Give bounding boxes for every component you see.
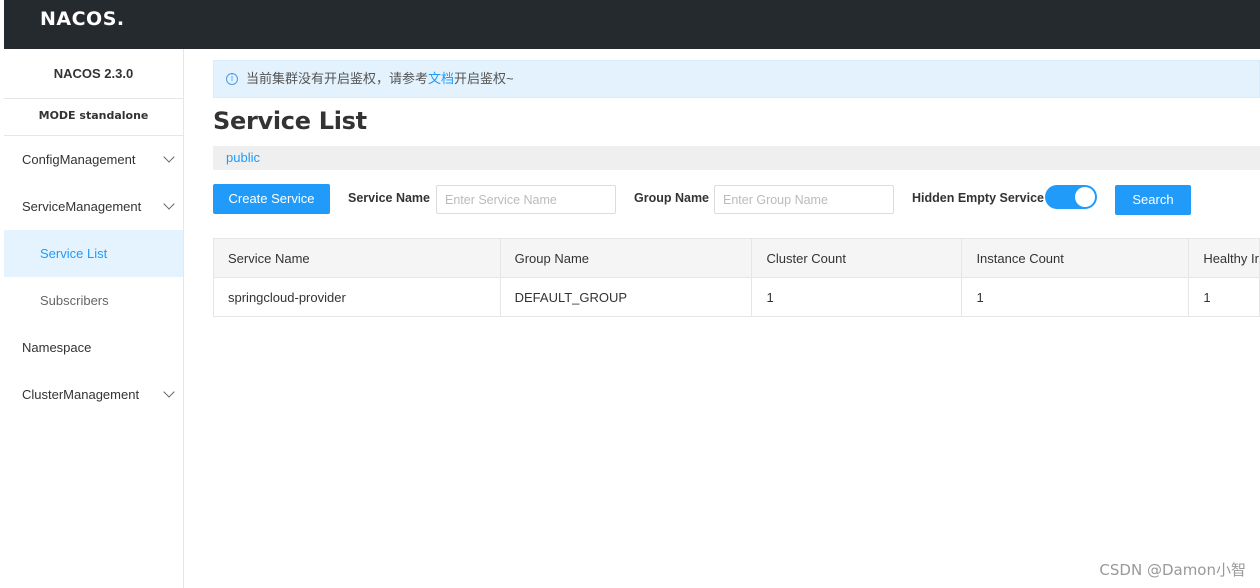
top-header: NACOS. [4,0,1260,49]
sidebar-item-cluster-management[interactable]: ClusterManagement [4,371,183,418]
sidebar-item-namespace[interactable]: Namespace [4,324,183,371]
cell-healthy-instances: 1 [1188,277,1260,317]
chevron-down-icon [163,151,175,163]
cell-cluster-count: 1 [751,277,963,317]
column-header-healthy-instances: Healthy Ir [1188,238,1260,278]
version-label: NACOS 2.3.0 [4,49,183,99]
cell-service-name: springcloud-provider [213,277,501,317]
toggle-knob [1075,187,1095,207]
sidebar: NACOS 2.3.0 MODE standalone ConfigManage… [4,49,184,588]
namespace-public-link[interactable]: public [226,150,260,165]
sidebar-item-label: ClusterManagement [22,387,140,402]
namespace-bar: public [213,146,1260,170]
cell-instance-count: 1 [961,277,1190,317]
column-header-instance-count: Instance Count [961,238,1190,278]
sidebar-item-label: Service List [40,246,108,261]
cell-group-name: DEFAULT_GROUP [499,277,753,317]
chevron-down-icon [163,198,175,210]
service-name-input[interactable] [436,185,616,214]
sidebar-item-label: Namespace [22,340,92,355]
column-header-group-name: Group Name [499,238,753,278]
search-button[interactable]: Search [1115,185,1191,215]
column-header-service-name: Service Name [213,238,501,278]
table-header-row: Service Name Group Name Cluster Count In… [213,238,1260,278]
info-icon: i [226,73,238,85]
sidebar-item-service-management[interactable]: ServiceManagement [4,183,183,230]
notice-text-after: 开启鉴权~ [454,71,514,86]
sidebar-item-config-management[interactable]: ConfigManagement [4,136,183,183]
table-row[interactable]: springcloud-provider DEFAULT_GROUP 1 1 1 [213,277,1260,317]
notice-text-before: 当前集群没有开启鉴权，请参考 [246,71,429,86]
group-name-label: Group Name [634,191,710,205]
service-name-label: Service Name [348,191,431,205]
sidebar-item-label: Subscribers [40,293,109,308]
watermark: CSDN @Damon小智 [1099,561,1246,579]
docs-link[interactable]: 文档 [428,71,454,86]
group-name-input[interactable] [714,185,894,214]
auth-notice: i 当前集群没有开启鉴权，请参考文档开启鉴权~ [213,60,1260,98]
column-header-cluster-count: Cluster Count [751,238,963,278]
sidebar-item-label: ConfigManagement [22,152,136,167]
nacos-logo[interactable]: NACOS. [40,8,125,30]
sidebar-item-subscribers[interactable]: Subscribers [4,277,183,324]
hidden-empty-service-toggle[interactable] [1045,185,1097,209]
sidebar-item-service-list[interactable]: Service List [4,230,183,277]
page-title: Service List [213,107,367,135]
hidden-empty-service-label: Hidden Empty Service [912,191,1044,205]
service-table: Service Name Group Name Cluster Count In… [213,238,1260,317]
mode-label: MODE standalone [4,99,183,136]
create-service-button[interactable]: Create Service [213,184,330,214]
chevron-down-icon [163,386,175,398]
sidebar-item-label: ServiceManagement [22,199,142,214]
